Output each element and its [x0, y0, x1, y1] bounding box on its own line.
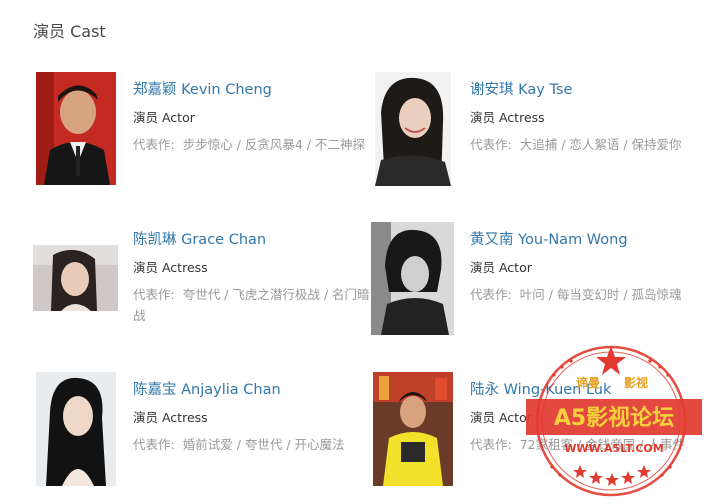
cast-name-link[interactable]: 陈凯琳 Grace Chan: [133, 230, 373, 250]
cast-photo[interactable]: [36, 72, 116, 185]
cast-role: 演员 Actor: [133, 110, 195, 125]
cast-works: 代表作: 大追捕 / 恋人絮语 / 保持爱你: [470, 134, 710, 155]
cast-card: 谢安琪 Kay Tse 演员 Actress 代表作: 大追捕 / 恋人絮语 / …: [375, 72, 715, 202]
cast-works: 代表作: 婚前试爱 / 夸世代 / 开心魔法: [133, 434, 373, 455]
cast-name-link[interactable]: 谢安琪 Kay Tse: [470, 80, 710, 100]
works-list: 叶问 / 每当变幻时 / 孤岛惊魂: [519, 287, 682, 302]
cast-photo[interactable]: [375, 72, 451, 186]
works-label: 代表作:: [470, 437, 512, 452]
cast-works: 代表作: 叶问 / 每当变幻时 / 孤岛惊魂: [470, 284, 710, 305]
cast-works: 代表作: 夸世代 / 飞虎之潜行极战 / 名门暗战: [133, 284, 373, 326]
cast-role: 演员 Actress: [470, 110, 545, 125]
cast-card: 陈凯琳 Grace Chan 演员 Actress 代表作: 夸世代 / 飞虎之潜…: [33, 222, 373, 352]
section-title: 演员 Cast: [33, 22, 106, 41]
cast-card: 郑嘉颖 Kevin Cheng 演员 Actor 代表作: 步步惊心 / 反贪风暴…: [36, 72, 376, 202]
cast-works: 代表作: 步步惊心 / 反贪风暴4 / 不二神探: [133, 134, 373, 155]
cast-name-link[interactable]: 陆永 Wing-Kuen Luk: [470, 380, 710, 400]
cast-card: 黄又南 You-Nam Wong 演员 Actor 代表作: 叶问 / 每当变幻时…: [371, 222, 711, 352]
works-list: 步步惊心 / 反贪风暴4 / 不二神探: [182, 137, 365, 152]
cast-photo[interactable]: [371, 222, 454, 335]
cast-name-link[interactable]: 陈嘉宝 Anjaylia Chan: [133, 380, 373, 400]
cast-role: 演员 Actress: [133, 410, 208, 425]
works-list: 大追捕 / 恋人絮语 / 保持爱你: [519, 137, 682, 152]
cast-photo[interactable]: [33, 245, 118, 311]
works-list: 婚前试爱 / 夸世代 / 开心魔法: [182, 437, 345, 452]
cast-name-link[interactable]: 黄又南 You-Nam Wong: [470, 230, 710, 250]
cast-card: 陆永 Wing-Kuen Luk 演员 Actor 代表作: 72家租客 / 金钱…: [373, 372, 713, 502]
works-label: 代表作:: [470, 287, 512, 302]
cast-card: 陈嘉宝 Anjaylia Chan 演员 Actress 代表作: 婚前试爱 / …: [36, 372, 376, 502]
works-label: 代表作:: [133, 287, 175, 302]
works-list: 72家租客 / 金钱帝国 / 人事件: [519, 437, 685, 452]
cast-photo[interactable]: [36, 372, 116, 486]
cast-works: 代表作: 72家租客 / 金钱帝国 / 人事件: [470, 434, 710, 455]
works-label: 代表作:: [470, 137, 512, 152]
cast-role: 演员 Actor: [470, 260, 532, 275]
cast-name-link[interactable]: 郑嘉颖 Kevin Cheng: [133, 80, 373, 100]
cast-role: 演员 Actor: [470, 410, 532, 425]
works-label: 代表作:: [133, 437, 175, 452]
cast-role: 演员 Actress: [133, 260, 208, 275]
cast-photo[interactable]: [373, 372, 453, 486]
works-label: 代表作:: [133, 137, 175, 152]
